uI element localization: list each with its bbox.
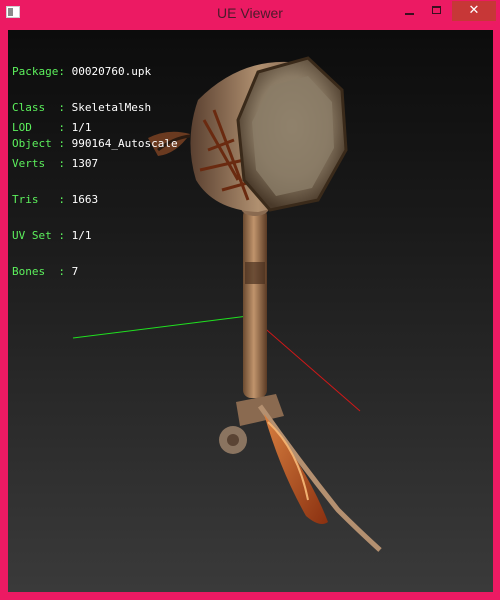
axis-y-line	[72, 315, 249, 339]
title-bar[interactable]: UE Viewer ✕	[0, 0, 500, 28]
minimize-button[interactable]	[400, 1, 420, 21]
label-bones: Bones :	[12, 265, 65, 278]
value-lod: 1/1	[71, 121, 92, 134]
close-icon: ✕	[468, 3, 480, 18]
value-bones: 7	[71, 265, 79, 278]
pommel-knob-center	[227, 434, 239, 446]
maximize-icon	[432, 6, 441, 14]
maximize-button[interactable]	[427, 1, 447, 21]
info-row-package: Package: 00020760.upk	[12, 66, 178, 78]
window-title: UE Viewer	[217, 5, 283, 21]
value-uvset: 1/1	[71, 229, 92, 242]
handle-shaft	[243, 208, 267, 398]
minimize-icon	[405, 13, 414, 15]
info-row-lod: LOD : 1/1	[12, 122, 98, 134]
info-row-verts: Verts : 1307	[12, 158, 98, 170]
3d-viewport[interactable]: Package: 00020760.upk Class : SkeletalMe…	[8, 30, 493, 592]
value-verts: 1307	[71, 157, 99, 170]
value-package: 00020760.upk	[71, 65, 152, 78]
label-tris: Tris :	[12, 193, 65, 206]
info-block-mesh: LOD : 1/1 Verts : 1307 Tris : 1663 UV Se…	[12, 98, 98, 302]
feather	[264, 414, 328, 524]
label-package: Package:	[12, 65, 65, 78]
info-row-bones: Bones : 7	[12, 266, 98, 278]
label-verts: Verts :	[12, 157, 65, 170]
info-row-tris: Tris : 1663	[12, 194, 98, 206]
label-lod: LOD :	[12, 121, 65, 134]
label-uvset: UV Set :	[12, 229, 65, 242]
hanging-cord	[257, 404, 382, 552]
value-tris: 1663	[71, 193, 99, 206]
info-row-uvset: UV Set : 1/1	[12, 230, 98, 242]
app-window: UE Viewer ✕ Package: 00020760.upk Class …	[0, 0, 500, 600]
close-button[interactable]: ✕	[452, 1, 496, 21]
handle-ring	[245, 262, 265, 284]
